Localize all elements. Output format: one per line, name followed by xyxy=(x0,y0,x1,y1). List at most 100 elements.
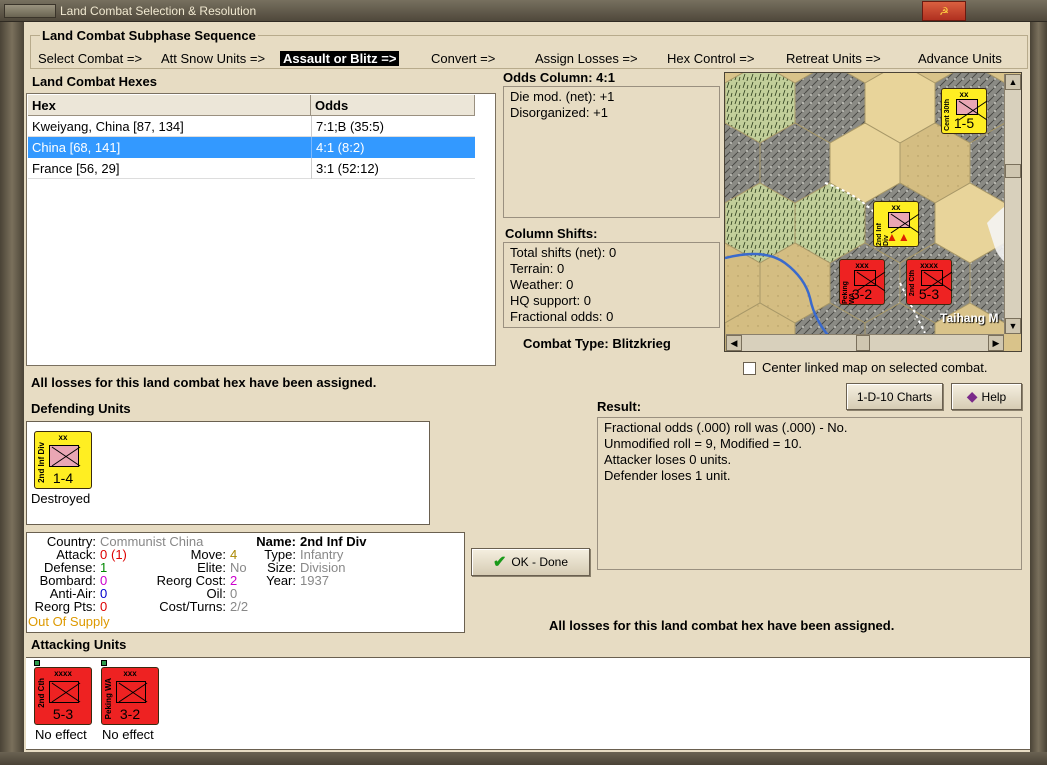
map-counter-attacker[interactable]: xxxx 2nd Cth 5-3 xyxy=(906,259,952,305)
charts-button[interactable]: 1-D-10 Charts xyxy=(846,383,943,410)
help-button[interactable]: ◆ Help xyxy=(951,383,1022,410)
attacking-unit-status: No effect xyxy=(102,727,154,742)
unit-symbol-icon xyxy=(116,681,146,703)
unit-marker-icon xyxy=(34,660,40,666)
unit-symbol-icon xyxy=(888,212,910,228)
counter-strength: 5-3 xyxy=(52,706,74,722)
unit-symbol-icon xyxy=(921,270,943,286)
ok-done-button[interactable]: ✔ OK - Done xyxy=(471,548,590,576)
odds-cell: 3:1 (52:12) xyxy=(311,158,383,179)
counter-strength: 3-2 xyxy=(851,286,873,302)
counter-size: xxxx xyxy=(54,669,72,678)
center-map-label: Center linked map on selected combat. xyxy=(762,360,988,375)
frame-right xyxy=(1030,22,1047,765)
combat-type: Combat Type: Blitzkrieg xyxy=(523,336,671,351)
unit-symbol-icon xyxy=(854,270,876,286)
reorg-pts-value: 0 xyxy=(100,599,108,614)
close-button[interactable]: ☭ xyxy=(922,1,966,21)
table-row[interactable]: Kweiyang, China [87, 134] 7:1;B (35:5) xyxy=(28,116,475,137)
result-line: Unmodified roll = 9, Modified = 10. xyxy=(604,436,802,451)
table-row[interactable]: France [56, 29] 3:1 (52:12) xyxy=(28,158,475,179)
attacking-unit-status: No effect xyxy=(35,727,87,742)
shift-weather: Weather: 0 xyxy=(510,277,574,292)
year-label: Year: xyxy=(266,573,296,588)
map-counter-target[interactable]: xx 2nd Inf Div ▲▲ xyxy=(873,201,919,247)
counter-strength: 5-3 xyxy=(918,286,940,302)
year-value: 1937 xyxy=(300,573,329,588)
cost-turns-label: Cost/Turns: xyxy=(159,599,226,614)
help-button-label: Help xyxy=(981,389,1007,404)
result-line: Attacker loses 0 units. xyxy=(604,452,732,467)
unit-symbol-icon xyxy=(956,99,978,115)
shift-total: Total shifts (net): 0 xyxy=(510,245,617,260)
defending-heading: Defending Units xyxy=(31,401,131,416)
scroll-up-icon[interactable]: ▲ xyxy=(1005,74,1021,90)
step-assign-losses[interactable]: Assign Losses => xyxy=(535,51,638,66)
result-heading: Result: xyxy=(597,399,642,414)
hex-cell: France [56, 29] xyxy=(32,161,120,176)
checkmark-icon: ✔ xyxy=(492,554,507,571)
table-row-selected[interactable]: China [68, 141] 4:1 (8:2) xyxy=(28,137,475,158)
disorganized-line: Disorganized: +1 xyxy=(510,105,608,120)
odds-heading: Odds Column: 4:1 xyxy=(503,70,615,85)
attacking-heading: Attacking Units xyxy=(31,637,127,652)
result-line: Fractional odds (.000) roll was (.000) -… xyxy=(604,420,848,435)
center-map-checkbox[interactable] xyxy=(743,362,756,375)
counter-size: xx xyxy=(959,90,969,99)
map-counter-defender[interactable]: xx Cent 30th 1-5 xyxy=(941,88,987,134)
step-hex-control[interactable]: Hex Control => xyxy=(667,51,754,66)
step-retreat-units[interactable]: Retreat Units => xyxy=(786,51,881,66)
hex-cell: China [68, 141] xyxy=(32,140,121,155)
frame-bottom xyxy=(0,752,1047,765)
counter-size: xxx xyxy=(855,261,869,270)
ok-done-label: OK - Done xyxy=(511,555,569,569)
step-advance-units[interactable]: Advance Units xyxy=(918,51,1002,66)
counter-strength: 1-4 xyxy=(52,470,74,486)
attacking-units-box xyxy=(26,657,1030,750)
scroll-down-icon[interactable]: ▼ xyxy=(1005,318,1021,334)
map-counter-attacker[interactable]: xxx Peking WA 3-2 xyxy=(839,259,885,305)
counter-strength: 1-5 xyxy=(953,115,975,131)
attack-extra: (1) xyxy=(111,547,127,562)
col-header-odds[interactable]: Odds xyxy=(311,95,475,116)
map-vertical-scrollbar[interactable]: ▲ ▼ xyxy=(1004,74,1021,334)
losses-assigned-message: All losses for this land combat hex have… xyxy=(31,375,377,390)
odds-cell: 4:1 (8:2) xyxy=(311,137,368,158)
help-book-icon: ◆ xyxy=(966,388,978,404)
sequence-heading: Land Combat Subphase Sequence xyxy=(40,28,258,43)
step-select-combat[interactable]: Select Combat => xyxy=(38,51,142,66)
scroll-left-icon[interactable]: ◀ xyxy=(726,335,742,351)
attacking-unit-counter[interactable]: xxx Peking WA 3-2 xyxy=(101,667,159,725)
defending-unit-counter[interactable]: xx 2nd Inf Div 1-4 xyxy=(34,431,92,489)
map-place-label: Taihang M xyxy=(940,311,999,325)
window-title: Land Combat Selection & Resolution xyxy=(60,4,257,18)
scroll-right-icon[interactable]: ▶ xyxy=(988,335,1004,351)
unit-symbol-icon xyxy=(49,445,79,467)
supply-status: Out Of Supply xyxy=(28,614,110,629)
defending-unit-status: Destroyed xyxy=(31,491,91,506)
map-horizontal-scrollbar[interactable]: ◀ ▶ xyxy=(726,334,1004,351)
step-att-snow-units[interactable]: Att Snow Units => xyxy=(161,51,265,66)
odds-cell: 7:1;B (35:5) xyxy=(311,116,388,137)
counter-size: xxxx xyxy=(920,261,938,270)
odds-box: Die mod. (net): +1 Disorganized: +1 xyxy=(503,86,720,218)
col-header-hex[interactable]: Hex xyxy=(28,95,311,116)
step-assault-or-blitz[interactable]: Assault or Blitz => xyxy=(280,51,400,66)
unit-marker-icon xyxy=(101,660,107,666)
combat-hexes-list[interactable]: Hex Odds Kweiyang, China [87, 134] 7:1;B… xyxy=(26,93,496,366)
scroll-thumb-v[interactable] xyxy=(1005,164,1021,178)
cost-turns-value: 2/2 xyxy=(230,599,249,614)
reorg-pts-label: Reorg Pts: xyxy=(34,599,96,614)
unit-symbol-icon xyxy=(49,681,79,703)
scroll-thumb-h[interactable] xyxy=(856,335,870,351)
step-convert[interactable]: Convert => xyxy=(431,51,495,66)
attacking-unit-counter[interactable]: xxxx 2nd Cth 5-3 xyxy=(34,667,92,725)
hexes-heading: Land Combat Hexes xyxy=(32,74,157,89)
counter-size: xxx xyxy=(123,669,137,678)
hex-map[interactable]: xx Cent 30th 1-5 xx 2nd Inf Div ▲▲ xxx P… xyxy=(724,72,1022,352)
shift-hq-support: HQ support: 0 xyxy=(510,293,591,308)
window-menu-icon[interactable] xyxy=(4,4,56,18)
die-mod-line: Die mod. (net): +1 xyxy=(510,89,615,104)
shifts-box: Total shifts (net): 0 Terrain: 0 Weather… xyxy=(503,242,720,328)
shifts-heading: Column Shifts: xyxy=(505,226,598,241)
